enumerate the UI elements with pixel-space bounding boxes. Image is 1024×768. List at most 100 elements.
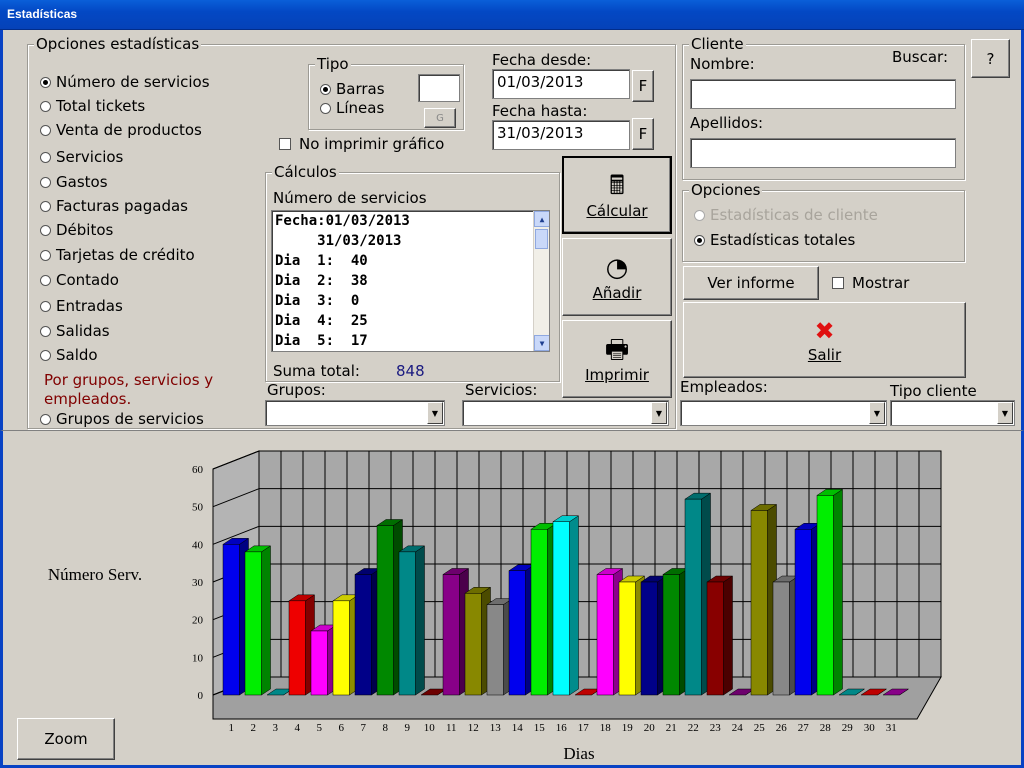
imprimir-button[interactable]: 🖶 Imprimir (562, 320, 672, 398)
y-tick-label: 40 (192, 539, 204, 551)
servicios-label: Servicios: (465, 381, 538, 399)
from-date-input[interactable]: 01/03/2013 (492, 69, 630, 99)
opciones-legend: Opciones (689, 181, 763, 199)
bar-side (569, 515, 579, 696)
x-tick-label: 27 (798, 722, 810, 734)
chevron-down-icon[interactable]: ▼ (997, 402, 1013, 424)
x-tick-label: 1 (229, 722, 235, 734)
y-tick-label: 10 (192, 652, 204, 664)
nombre-label: Nombre: (690, 55, 755, 73)
nombre-input[interactable] (690, 79, 956, 109)
bar (310, 630, 328, 696)
radio-barras[interactable]: Barras (320, 80, 385, 98)
radio-option-7[interactable]: Débitos (40, 221, 113, 239)
bar (244, 551, 262, 696)
bar (618, 581, 636, 696)
bar (288, 600, 306, 696)
x-tick-label: 2 (251, 722, 257, 734)
y-axis-label: Número Serv. (48, 565, 142, 584)
mostrar-checkbox[interactable]: Mostrar (832, 274, 909, 292)
radio-option-5[interactable]: Gastos (40, 173, 108, 191)
radio-option-3[interactable]: Venta de productos (40, 121, 202, 139)
anadir-button[interactable]: ◔ Añadir (562, 238, 672, 316)
empleados-select[interactable]: ▼ (680, 400, 887, 426)
zoom-button[interactable]: Zoom (17, 718, 115, 760)
tipo-cliente-select[interactable]: ▼ (890, 400, 1015, 426)
printer-icon: 🖶 (604, 335, 630, 365)
no-print-checkbox[interactable]: No imprimir gráfico (279, 135, 444, 153)
bar (376, 525, 394, 696)
x-tick-label: 6 (339, 722, 345, 734)
servicios-select[interactable]: ▼ (462, 400, 669, 426)
x-tick-label: 25 (754, 722, 766, 734)
bar (816, 495, 834, 696)
y-tick-label: 30 (192, 577, 204, 589)
x-tick-label: 29 (842, 722, 854, 734)
x-tick-label: 10 (424, 722, 436, 734)
x-tick-label: 19 (622, 722, 634, 734)
bar (772, 581, 790, 696)
chevron-down-icon[interactable]: ▼ (869, 402, 885, 424)
x-tick-label: 5 (317, 722, 323, 734)
to-date-picker-button[interactable]: F (632, 118, 654, 150)
color-button[interactable]: G (424, 108, 456, 128)
to-date-label: Fecha hasta: (492, 102, 588, 120)
x-tick-label: 26 (776, 722, 788, 734)
grupos-select[interactable]: ▼ (265, 400, 445, 426)
radio-option-8[interactable]: Tarjetas de crédito (40, 246, 195, 264)
radio-lineas[interactable]: Líneas (320, 99, 384, 117)
from-date-picker-button[interactable]: F (632, 70, 654, 102)
bar (750, 510, 768, 696)
x-tick-label: 17 (578, 722, 590, 734)
scroll-down-icon[interactable]: ▼ (534, 335, 549, 351)
buscar-label: Buscar: (892, 48, 949, 66)
radio-option-11[interactable]: Salidas (40, 322, 110, 340)
radio-option-10[interactable]: Entradas (40, 297, 123, 315)
calcular-button[interactable]: 🖩 Cálcular (562, 156, 672, 234)
help-button[interactable]: ? (971, 39, 1010, 78)
apellidos-input[interactable] (690, 138, 956, 168)
bar-side (833, 488, 843, 696)
list-item: 31/03/2013 (275, 233, 402, 249)
radio-option-4[interactable]: Servicios (40, 148, 123, 166)
bar (552, 521, 570, 696)
y-tick-label: 20 (192, 615, 204, 627)
x-tick-label: 24 (732, 722, 744, 734)
empleados-label: Empleados: (680, 378, 768, 396)
to-date-input[interactable]: 31/03/2013 (492, 120, 630, 150)
bar (794, 529, 812, 696)
list-item: Dia 3: 0 (275, 293, 360, 309)
radio-option-1[interactable]: Número de servicios (40, 73, 210, 91)
chevron-down-icon[interactable]: ▼ (651, 402, 667, 424)
list-item: Dia 4: 25 (275, 313, 368, 329)
scroll-up-icon[interactable]: ▲ (534, 211, 549, 227)
radio-estadisticas-totales[interactable]: Estadísticas totales (694, 231, 855, 249)
chevron-down-icon[interactable]: ▼ (427, 402, 443, 424)
calculos-legend: Cálculos (272, 163, 339, 181)
bar (684, 498, 702, 696)
radio-option-9[interactable]: Contado (40, 271, 119, 289)
bar (486, 604, 504, 696)
y-tick-label: 50 (192, 502, 204, 514)
ver-informe-button[interactable]: Ver informe (683, 266, 819, 300)
list-scrollbar[interactable]: ▲ ▼ (533, 211, 549, 351)
from-date-label: Fecha desde: (492, 51, 592, 69)
radio-grupos-servicios[interactable]: Grupos de servicios (40, 410, 204, 428)
bar (222, 544, 240, 696)
scroll-thumb[interactable] (535, 229, 548, 249)
bar-side (415, 545, 425, 696)
x-tick-label: 18 (600, 722, 612, 734)
x-tick-label: 11 (446, 722, 457, 734)
calculos-list[interactable]: Fecha:01/03/2013 31/03/2013 Dia 1: 40 Di… (271, 210, 550, 352)
x-tick-label: 23 (710, 722, 722, 734)
radio-estadisticas-cliente[interactable]: Estadísticas de cliente (694, 206, 878, 224)
x-tick-label: 12 (468, 722, 479, 734)
x-tick-label: 8 (383, 722, 389, 734)
chart-panel: 0 10 20 30 40 50 60 1 2 3 4 5 6 7 8 9 10 11 12 13 14 15 16 17 18… (0, 430, 1024, 768)
radio-option-2[interactable]: Total tickets (40, 97, 145, 115)
groups-note: Por grupos, servicios y empleados. (44, 371, 214, 408)
salir-button[interactable]: ✖ Salir (683, 302, 966, 378)
x-tick-label: 4 (295, 722, 301, 734)
radio-option-6[interactable]: Facturas pagadas (40, 197, 188, 215)
radio-option-12[interactable]: Saldo (40, 346, 98, 364)
